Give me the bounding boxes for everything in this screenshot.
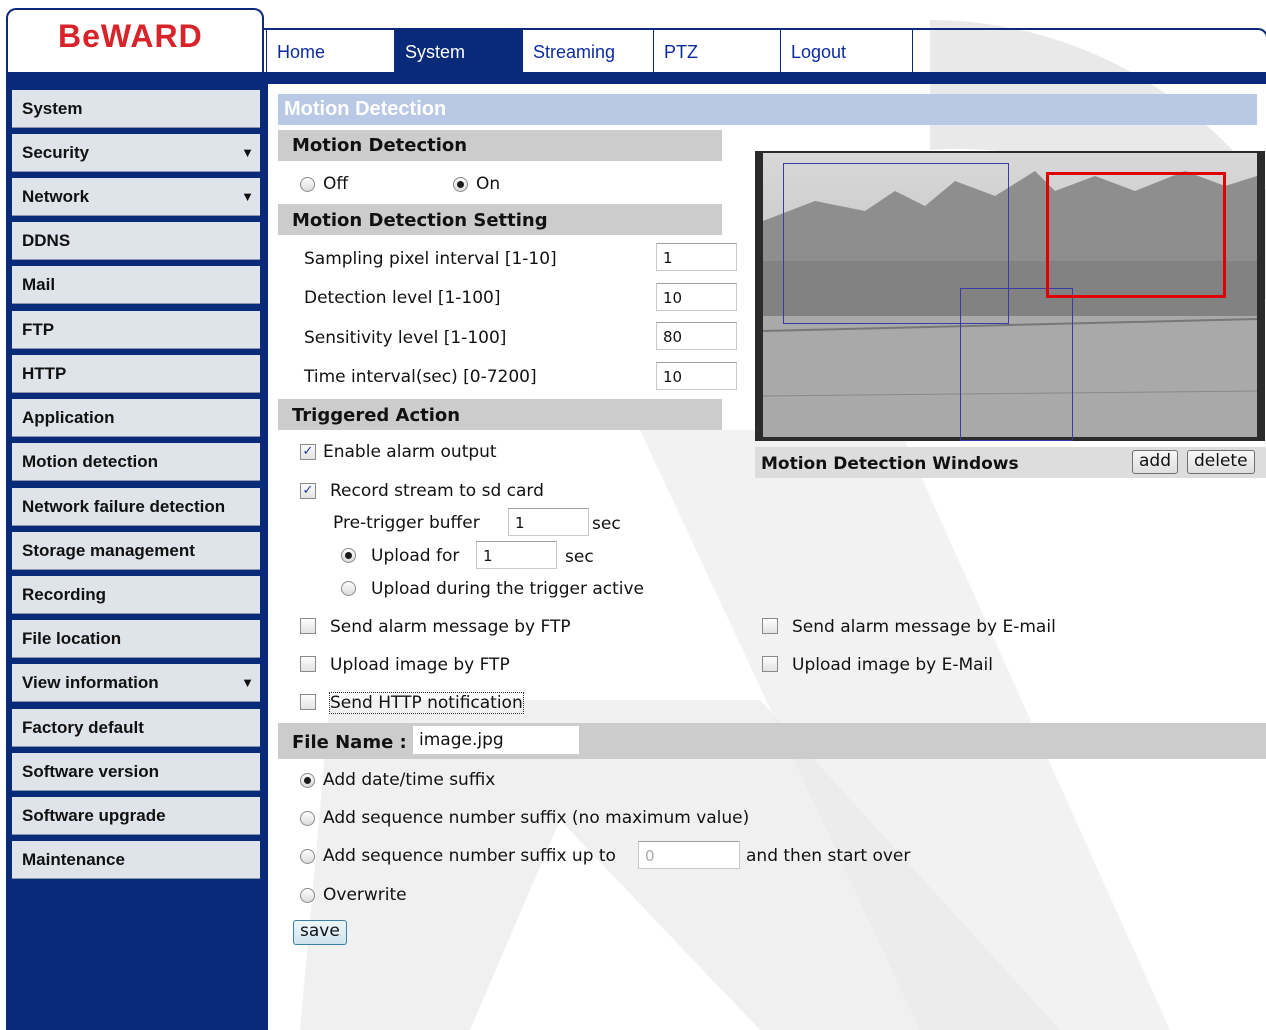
- sidebar-item-file-location[interactable]: File location: [12, 620, 260, 658]
- sidebar-item-application[interactable]: Application: [12, 399, 260, 437]
- send-ftp-label: Send alarm message by FTP: [330, 617, 571, 637]
- chevron-down-icon: ▼: [241, 675, 254, 690]
- nav-strip: [6, 72, 1266, 84]
- suffix-datetime-radio[interactable]: [300, 773, 315, 788]
- motion-window-selected[interactable]: [1046, 172, 1226, 298]
- file-name-input[interactable]: image.jpg: [413, 726, 579, 754]
- sidebar-item-recording[interactable]: Recording: [12, 576, 260, 614]
- send-email-label: Send alarm message by E-mail: [792, 617, 1056, 637]
- motion-off-label: Off: [323, 174, 349, 194]
- upload-email-label: Upload image by E-Mail: [792, 655, 993, 675]
- motion-on-label: On: [476, 174, 501, 194]
- upload-ftp-checkbox[interactable]: [300, 656, 316, 672]
- upload-for-input[interactable]: 1: [476, 541, 557, 569]
- sidebar-item-maintenance[interactable]: Maintenance: [12, 841, 260, 879]
- sensitivity-level-input[interactable]: 80: [656, 322, 737, 350]
- sampling-interval-input[interactable]: 1: [656, 243, 737, 271]
- sidebar-item-factory-default[interactable]: Factory default: [12, 709, 260, 747]
- brand-logo: BeWARD: [58, 18, 203, 54]
- section-motion-detection-setting: Motion Detection Setting: [278, 204, 722, 235]
- motion-windows-title: Motion Detection Windows: [761, 454, 1019, 474]
- overwrite-label: Overwrite: [323, 885, 407, 905]
- suffix-sequence-limit-radio[interactable]: [300, 849, 315, 864]
- suffix-datetime-label: Add date/time suffix: [323, 770, 496, 790]
- pretrigger-label: Pre-trigger buffer: [333, 513, 480, 533]
- sidebar-item-motion-detection[interactable]: Motion detection: [12, 443, 260, 481]
- send-email-checkbox[interactable]: [762, 618, 778, 634]
- chevron-down-icon: ▼: [241, 145, 254, 160]
- file-name-label: File Name :: [292, 732, 407, 753]
- upload-email-checkbox[interactable]: [762, 656, 778, 672]
- enable-alarm-output-label: Enable alarm output: [323, 442, 497, 462]
- detection-level-input[interactable]: 10: [656, 283, 737, 311]
- camera-preview[interactable]: [755, 151, 1265, 441]
- tab-home[interactable]: Home: [266, 30, 394, 72]
- sidebar-item-ddns[interactable]: DDNS: [12, 222, 260, 260]
- sidebar-item-software-version[interactable]: Software version: [12, 753, 260, 791]
- enable-alarm-output-checkbox[interactable]: ✓: [300, 444, 316, 460]
- sequence-limit-input[interactable]: 0: [638, 841, 740, 869]
- sidebar-item-software-upgrade[interactable]: Software upgrade: [12, 797, 260, 835]
- section-motion-detection: Motion Detection: [278, 130, 722, 161]
- time-interval-label: Time interval(sec) [0-7200]: [304, 367, 537, 387]
- tab-system[interactable]: System: [394, 30, 522, 72]
- overwrite-radio[interactable]: [300, 888, 315, 903]
- tab-ptz[interactable]: PTZ: [653, 30, 780, 72]
- motion-off-radio[interactable]: [300, 177, 315, 192]
- upload-during-label: Upload during the trigger active: [371, 579, 645, 599]
- record-sd-checkbox[interactable]: ✓: [300, 483, 316, 499]
- sidebar-item-network-failure-detection[interactable]: Network failure detection: [12, 488, 260, 526]
- pretrigger-input[interactable]: 1: [508, 508, 589, 536]
- save-button[interactable]: save: [293, 920, 347, 945]
- delete-window-button[interactable]: delete: [1187, 450, 1255, 474]
- sidebar-item-system[interactable]: System: [12, 90, 260, 128]
- suffix-sequence-radio[interactable]: [300, 811, 315, 826]
- motion-on-radio[interactable]: [453, 177, 468, 192]
- sampling-interval-label: Sampling pixel interval [1-10]: [304, 249, 557, 269]
- sidebar-item-http[interactable]: HTTP: [12, 355, 260, 393]
- time-interval-input[interactable]: 10: [656, 362, 737, 390]
- upload-for-label: Upload for: [371, 546, 460, 566]
- upload-ftp-label: Upload image by FTP: [330, 655, 510, 675]
- sequence-limit-suffix-label: and then start over: [746, 846, 911, 866]
- pretrigger-unit: sec: [592, 514, 621, 534]
- add-window-button[interactable]: add: [1132, 450, 1178, 474]
- suffix-sequence-label: Add sequence number suffix (no maximum v…: [323, 808, 750, 828]
- sidebar-item-network[interactable]: Network ▼: [12, 178, 260, 216]
- sidebar-item-storage-management[interactable]: Storage management: [12, 532, 260, 570]
- detection-level-label: Detection level [1-100]: [304, 288, 501, 308]
- sidebar-item-mail[interactable]: Mail: [12, 266, 260, 304]
- motion-window-2[interactable]: [960, 288, 1073, 441]
- suffix-sequence-limit-label: Add sequence number suffix up to: [323, 846, 616, 866]
- upload-for-radio[interactable]: [341, 548, 356, 563]
- section-triggered-action: Triggered Action: [278, 399, 722, 430]
- upload-for-unit: sec: [565, 547, 594, 567]
- send-http-checkbox[interactable]: [300, 694, 316, 710]
- sensitivity-level-label: Sensitivity level [1-100]: [304, 328, 507, 348]
- page-title: Motion Detection: [278, 94, 1257, 125]
- sidebar-item-view-information[interactable]: View information ▼: [12, 664, 260, 702]
- sidebar-item-ftp[interactable]: FTP: [12, 311, 260, 349]
- record-sd-label: Record stream to sd card: [330, 481, 544, 501]
- tab-logout[interactable]: Logout: [780, 30, 913, 72]
- send-http-label: Send HTTP notification: [329, 692, 524, 714]
- tab-streaming[interactable]: Streaming: [522, 30, 653, 72]
- sidebar-item-security[interactable]: Security ▼: [12, 134, 260, 172]
- send-ftp-checkbox[interactable]: [300, 618, 316, 634]
- upload-during-radio[interactable]: [341, 581, 356, 596]
- chevron-down-icon: ▼: [241, 189, 254, 204]
